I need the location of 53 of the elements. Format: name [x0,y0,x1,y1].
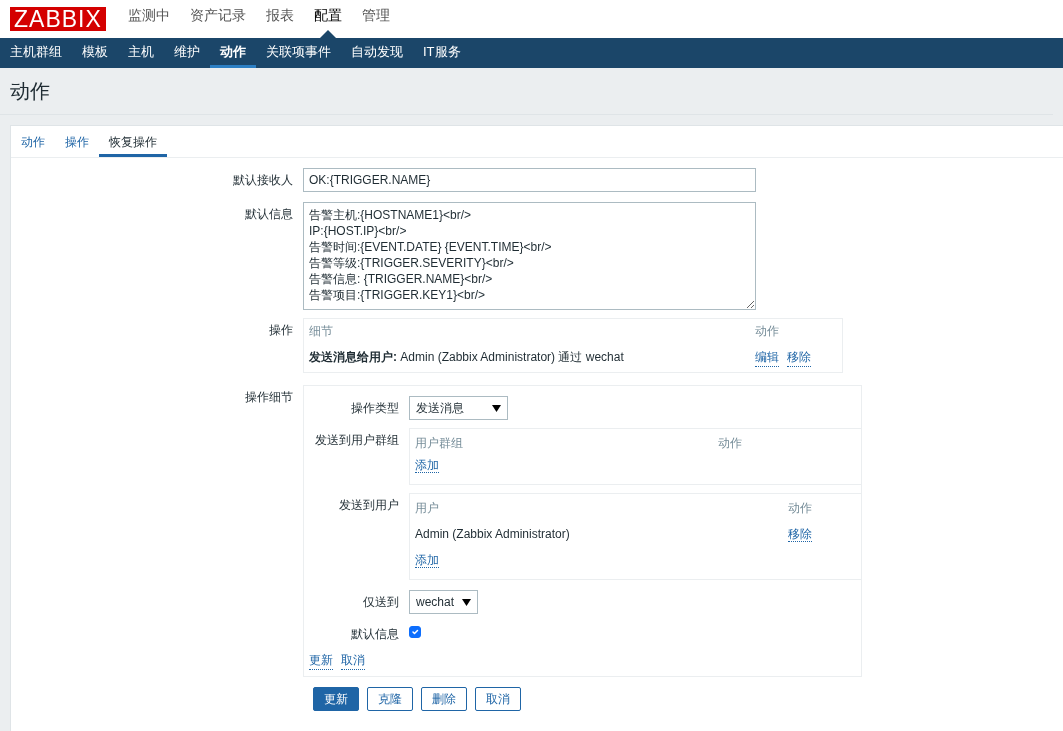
menu-item[interactable]: 管理 [351,0,400,38]
form-button[interactable]: 取消 [475,687,521,711]
field-label: 发送到用户群组 [314,432,400,449]
dropdown[interactable]: wechat [409,590,479,614]
caret-icon [492,404,501,412]
column-header: 动作 [718,435,743,452]
page-title: 动作 [0,68,1053,115]
form-link[interactable]: 取消 [341,651,365,670]
column-header: 动作 [755,323,780,340]
field-label: 操作 [268,322,294,339]
submenu-item[interactable]: 关联项事件 [256,38,341,68]
caret-icon [462,598,472,606]
logo: ZABBIX [10,7,106,31]
recipient-name: Admin (Zabbix Administrator) [415,526,571,543]
submenu-item[interactable]: 自动发现 [341,38,413,68]
form-button[interactable]: 克隆 [367,687,413,711]
tab[interactable]: 恢复操作 [99,126,167,157]
submenu-item[interactable]: 主机群组 [0,38,72,68]
form-button[interactable]: 更新 [313,687,359,711]
add-link[interactable]: 添加 [415,458,439,473]
operation-detail: 发送消息给用户: Admin (Zabbix Administrator) 通过 wechat [309,349,625,366]
field-label: 操作细节 [244,389,294,406]
menu-item[interactable]: 资产记录 [179,0,256,38]
submenu-item[interactable]: IT服务 [413,38,471,68]
submenu-item[interactable]: 动作 [210,38,256,68]
message-textarea[interactable]: 告警主机:{HOSTNAME1}<br/> IP:{HOST.IP}<br/> 告警时间:{EVENT.DATE} {EVENT.TIME}<br/> 告警等级:{TRIGGER.SEVERITY}<br/> 告警信息: {TRIGGER.NAME}<br/> 告警项目:{TRIGGER.KEY1}<br/> [303,202,756,310]
menu-item[interactable]: 监测中 [117,0,180,38]
field-label: 发送到用户 [338,497,400,514]
field-label: 默认接收人 [232,172,294,189]
dropdown[interactable]: 发送消息 [409,396,508,420]
action-link[interactable]: 移除 [787,348,811,367]
form-button[interactable]: 删除 [421,687,467,711]
tab[interactable]: 操作 [55,126,99,157]
column-header: 用户群组 [415,435,464,452]
submenu-item[interactable]: 维护 [164,38,210,68]
add-link[interactable]: 添加 [415,553,439,568]
form-link[interactable]: 更新 [309,651,333,670]
column-header: 用户 [415,500,440,517]
field-label: 仅送到 [362,594,400,611]
field-label: 默认信息 [244,206,294,223]
menu-item[interactable]: 配置 [303,0,352,38]
text-field[interactable]: OK:{TRIGGER.NAME} [303,168,756,192]
field-label: 默认信息 [350,626,400,643]
field-label: 操作类型 [350,400,400,417]
action-link[interactable]: 编辑 [755,348,779,367]
remove-link[interactable]: 移除 [788,527,812,542]
menu-item[interactable]: 报表 [255,0,304,38]
column-header: 动作 [788,500,813,517]
column-header: 细节 [309,323,334,340]
checkbox[interactable] [409,626,421,638]
submenu-item[interactable]: 模板 [72,38,118,68]
tab[interactable]: 动作 [11,126,55,157]
submenu-item[interactable]: 主机 [118,38,164,68]
